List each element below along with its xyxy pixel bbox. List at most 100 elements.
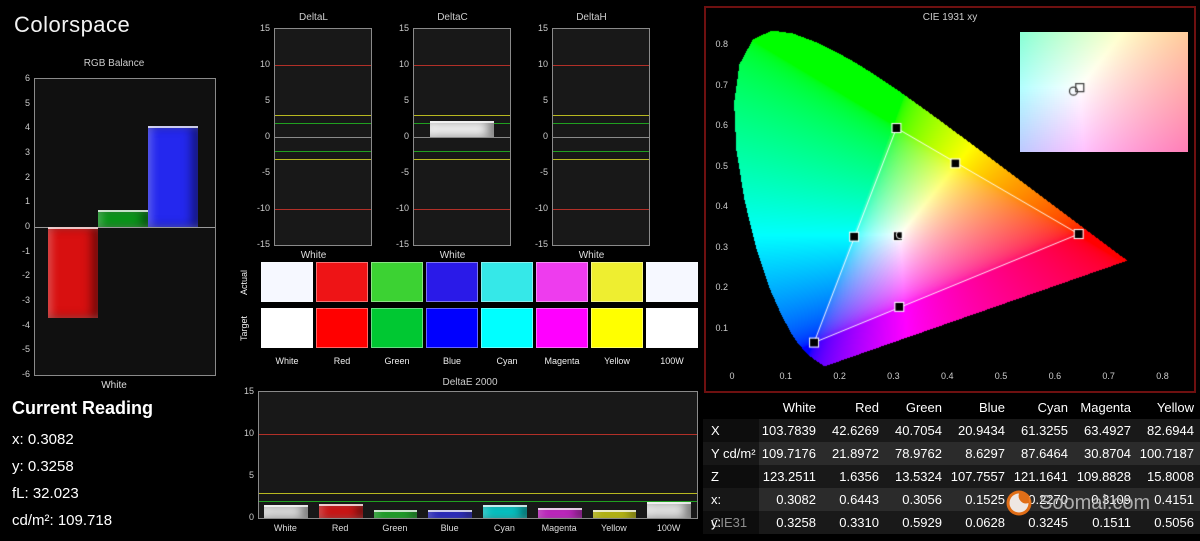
table-row: Z123.25111.635613.5324107.7557121.164110…: [703, 465, 1200, 488]
swatch-column-label: Blue: [426, 356, 478, 366]
red-threshold-line: [414, 65, 510, 66]
swatch-actual-yellow: [591, 262, 643, 302]
table-cell: 87.6464: [1011, 442, 1074, 465]
deltae-ytick: 10: [240, 428, 254, 438]
yellow-threshold-line: [259, 493, 697, 494]
deltae-category-label: Cyan: [477, 523, 532, 533]
swatch-actual-blue: [426, 262, 478, 302]
cie-xtick: 0.7: [1096, 371, 1122, 381]
red-threshold-line: [259, 434, 697, 435]
table-cell: 42.6269: [822, 419, 885, 442]
rgb-bar-green: [98, 210, 148, 227]
cie-ytick: 0.4: [708, 201, 728, 211]
rgb-balance-chart: RGB Balance White 6543210-1-2-3-4-5-6: [8, 58, 220, 394]
cie-1931-panel: CIE 1931 xy 00.10.20.30.40.50.60.70.80.1…: [704, 6, 1196, 393]
table-cell: 0.5929: [885, 511, 948, 534]
table-row-label: Y cd/m²: [703, 442, 759, 465]
rgb-ytick: -4: [8, 320, 30, 330]
soomal-logo-icon: [1006, 490, 1032, 516]
table-cell: 13.5324: [885, 465, 948, 488]
cie-xtick: 0.5: [988, 371, 1014, 381]
table-cell: 63.4927: [1074, 419, 1137, 442]
table-cell: 123.2511: [759, 465, 822, 488]
deltac-ytick: -5: [385, 167, 409, 177]
table-cell: 100.7187: [1137, 442, 1200, 465]
table-cell: 103.7839: [759, 419, 822, 442]
cie-xtick: 0.1: [773, 371, 799, 381]
red-threshold-line: [553, 209, 649, 210]
current-reading-values: x: 0.3082y: 0.3258fL: 32.023cd/m²: 109.7…: [12, 426, 153, 534]
swatch-target-cyan: [481, 308, 533, 348]
deltae-ytick: 0: [240, 512, 254, 522]
swatch-row-label-target: Target: [239, 308, 253, 348]
deltal-category-label: White: [244, 250, 383, 261]
rgb-bar-red: [48, 227, 98, 318]
deltah-plot: [552, 28, 650, 246]
deltal-ytick: 10: [246, 59, 270, 69]
deltae-bar-blue: [428, 510, 472, 518]
deltae-category-label: Red: [313, 523, 368, 533]
rgb-ytick: -3: [8, 295, 30, 305]
deltah-title: DeltaH: [522, 12, 661, 23]
table-header-cyan: Cyan: [1011, 397, 1074, 419]
deltae-bar-yellow: [593, 510, 637, 518]
deltah-ytick: -15: [524, 239, 548, 249]
deltal-title: DeltaL: [244, 12, 383, 23]
table-cell: 0.1525: [948, 488, 1011, 511]
deltah-ytick: 5: [524, 95, 548, 105]
delta-charts-row: DeltaL151050-5-10-15WhiteDeltaC151050-5-…: [244, 12, 661, 264]
deltae-category-label: Yellow: [587, 523, 642, 533]
rgb-bar-blue: [148, 126, 198, 227]
reading-line: x: 0.3082: [12, 426, 153, 453]
deltae-category-label: 100W: [641, 523, 696, 533]
deltae-bar-red: [319, 504, 363, 518]
red-threshold-line: [275, 65, 371, 66]
cie-ytick: 0.2: [708, 282, 728, 292]
table-row-label: Z: [703, 465, 759, 488]
cie-ytick: 0.3: [708, 242, 728, 252]
deltah-ytick: -5: [524, 167, 548, 177]
table-row-label: y: CIE31: [703, 511, 759, 534]
swatch-target-green: [371, 308, 423, 348]
yellow-threshold-line: [414, 115, 510, 116]
page-title: Colorspace: [14, 12, 130, 38]
current-reading-panel: Current Reading x: 0.3082y: 0.3258fL: 32…: [12, 398, 153, 534]
yellow-threshold-line: [553, 159, 649, 160]
reading-line: y: 0.3258: [12, 453, 153, 480]
table-header-yellow: Yellow: [1137, 397, 1200, 419]
deltac-plot: [413, 28, 511, 246]
deltae-bar-magenta: [538, 508, 582, 518]
green-threshold-line: [553, 123, 649, 124]
deltac-ytick: 15: [385, 23, 409, 33]
table-header-white: White: [759, 397, 822, 419]
table-row-label: X: [703, 419, 759, 442]
swatch-actual-white: [261, 262, 313, 302]
soomal-watermark-text: Soomal.com: [1039, 492, 1150, 515]
deltae-ytick: 5: [240, 470, 254, 480]
swatch-column-label: Cyan: [481, 356, 533, 366]
swatch-actual-cyan: [481, 262, 533, 302]
rgb-ytick: 5: [8, 98, 30, 108]
deltae-ytick: 15: [240, 386, 254, 396]
swatch-row-label-actual: Actual: [239, 262, 253, 302]
yellow-threshold-line: [553, 115, 649, 116]
deltal-ytick: 5: [246, 95, 270, 105]
yellow-threshold-line: [275, 159, 371, 160]
yellow-threshold-line: [275, 115, 371, 116]
deltah-category-label: White: [522, 250, 661, 261]
deltae-plot: [258, 391, 698, 519]
deltah-ytick: 15: [524, 23, 548, 33]
table-cell: 30.8704: [1074, 442, 1137, 465]
deltac-ytick: 5: [385, 95, 409, 105]
table-header-row: WhiteRedGreenBlueCyanMagentaYellow: [703, 397, 1200, 419]
table-row: X103.783942.626940.705420.943461.325563.…: [703, 419, 1200, 442]
table-cell: 15.8008: [1137, 465, 1200, 488]
table-header-empty: [703, 397, 759, 419]
table-cell: 0.6443: [822, 488, 885, 511]
swatch-target-red: [316, 308, 368, 348]
rgb-ytick: 6: [8, 73, 30, 83]
cie-ytick: 0.8: [708, 39, 728, 49]
swatch-target-100w: [646, 308, 698, 348]
deltac-ytick: -10: [385, 203, 409, 213]
rgb-balance-plot: [34, 78, 216, 376]
